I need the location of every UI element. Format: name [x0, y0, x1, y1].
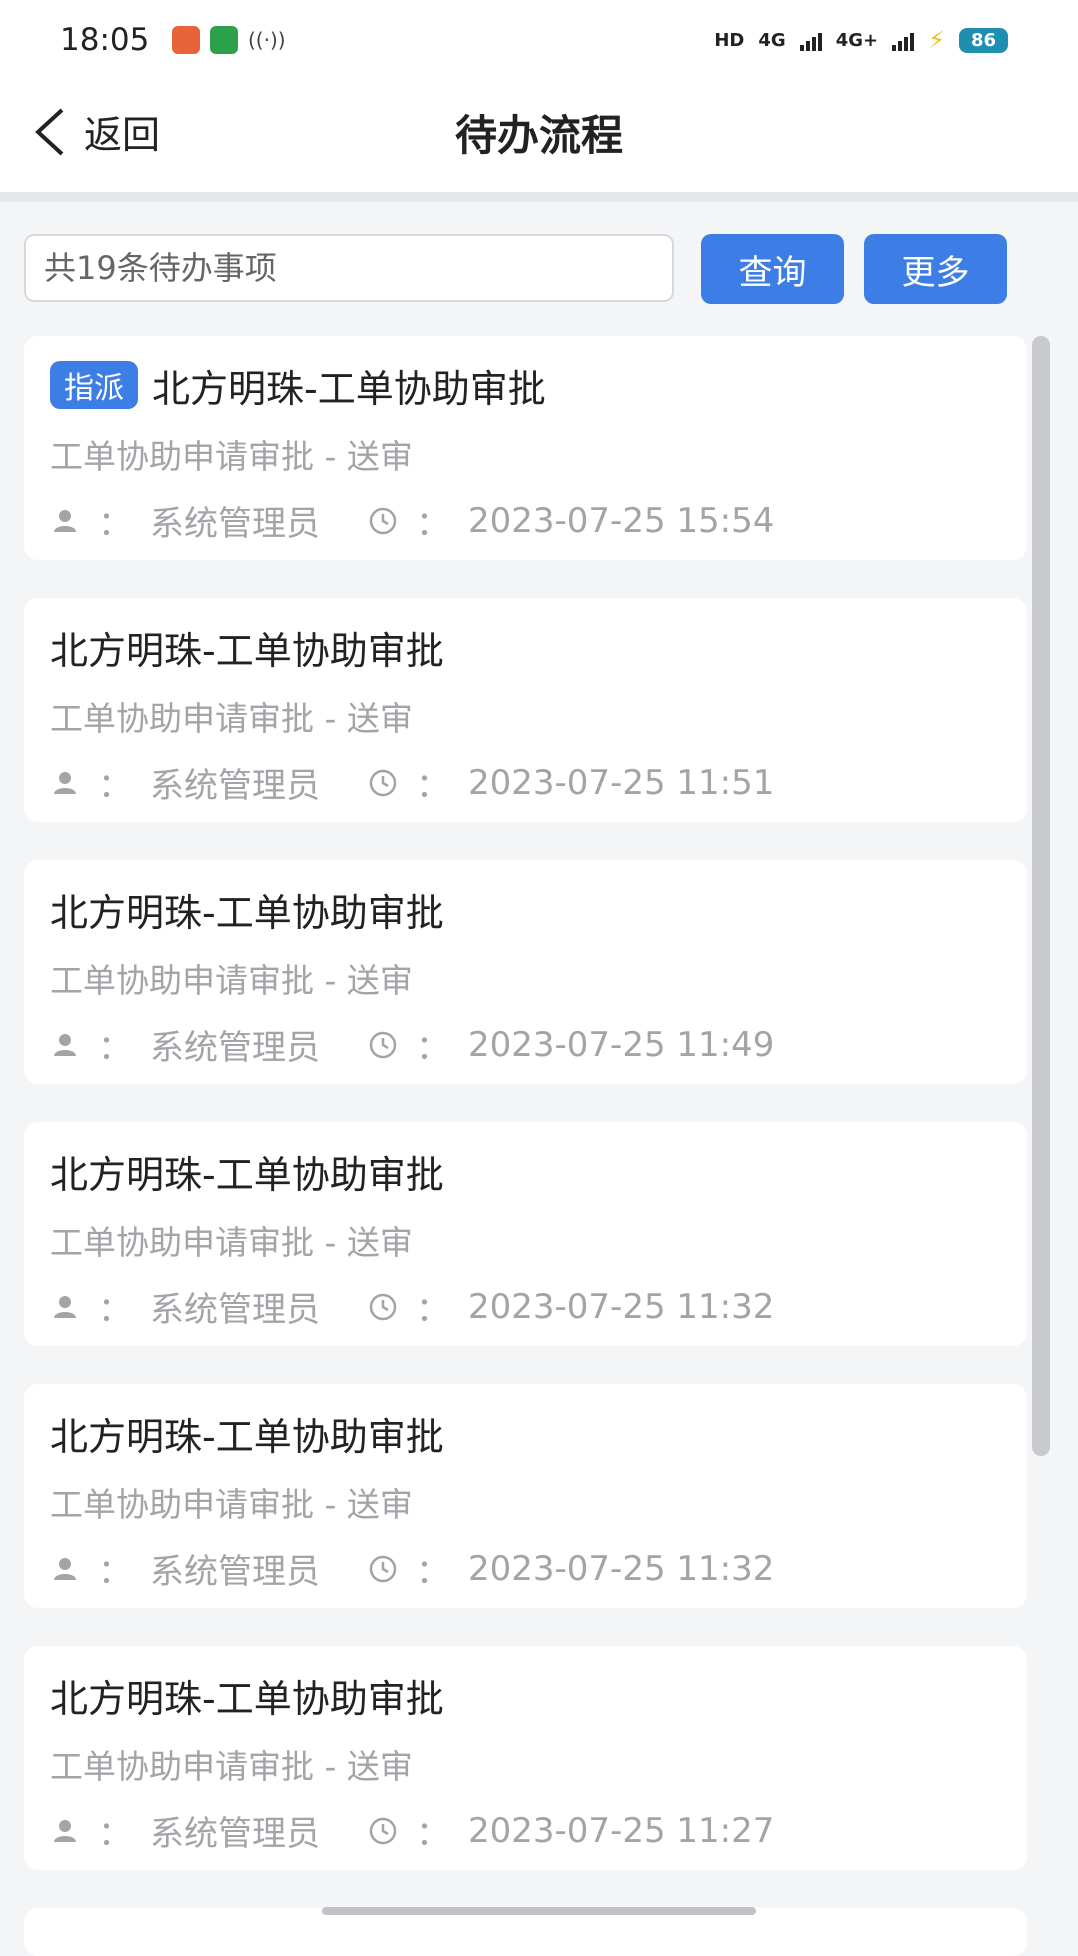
card-meta: ： 系统管理员 ： 2023-07-25 11:32 [50, 1544, 1001, 1593]
clock-icon [369, 1293, 397, 1320]
card-user: 系统管理员 [150, 1028, 320, 1068]
user-icon [54, 1819, 76, 1842]
meta-separator: ： [98, 766, 132, 806]
search-input[interactable] [24, 234, 674, 302]
card-user: 系统管理员 [150, 504, 320, 544]
query-button[interactable]: 查询 [701, 234, 844, 304]
meta-separator: ： [98, 1290, 132, 1330]
card-title: 北方明珠-工单协助审批 [152, 366, 546, 411]
card-meta: ： 系统管理员 ： 2023-07-25 11:32 [50, 1282, 1001, 1331]
card-title: 北方明珠-工单协助审批 [50, 1152, 444, 1197]
home-indicator[interactable] [322, 1907, 756, 1915]
meta-separator: ： [416, 766, 450, 806]
card-time: 2023-07-25 11:49 [468, 1024, 775, 1065]
card-time: 2023-07-25 15:54 [468, 500, 775, 541]
status-right-group: HD 4G 4G+ ⚡ 86 [714, 26, 1008, 54]
more-button[interactable]: 更多 [864, 234, 1007, 304]
card-time: 2023-07-25 11:32 [468, 1548, 775, 1589]
card-title: 北方明珠-工单协助审批 [50, 1676, 444, 1721]
meta-separator: ： [98, 1814, 132, 1854]
todo-card[interactable]: 北方明珠-工单协助审批 工单协助申请审批 - 送审 ： 系统管理员 ： 2023… [24, 1646, 1027, 1870]
clock-icon [369, 1555, 397, 1582]
card-title: 北方明珠-工单协助审批 [50, 1414, 444, 1459]
card-time: 2023-07-25 11:51 [468, 762, 775, 803]
card-subtitle: 工单协助申请审批 - 送审 [50, 1485, 413, 1524]
user-icon [54, 1557, 76, 1580]
navigation-bar: 返回 待办流程 [0, 80, 1078, 202]
todo-card[interactable]: 北方明珠-工单协助审批 工单协助申请审批 - 送审 ： 系统管理员 ： 2023… [24, 860, 1027, 1084]
card-subtitle: 工单协助申请审批 - 送审 [50, 961, 413, 1000]
network-4g-label: 4G [758, 29, 786, 51]
meta-separator: ： [416, 1028, 450, 1068]
clock-icon [369, 507, 397, 534]
status-bar: 18:05 ((·)) HD 4G 4G+ ⚡ 86 [0, 0, 1078, 80]
search-row: 查询 更多 [24, 234, 1024, 308]
card-title: 北方明珠-工单协助审批 [50, 628, 444, 673]
signal-icon [892, 29, 915, 51]
card-user: 系统管理员 [150, 1552, 320, 1592]
card-meta: ： 系统管理员 ： 2023-07-25 15:54 [50, 496, 1001, 545]
signal-icon [799, 29, 822, 51]
card-time: 2023-07-25 11:32 [468, 1286, 775, 1327]
card-subtitle: 工单协助申请审批 - 送审 [50, 437, 413, 476]
app-notification-icon [172, 26, 200, 54]
card-subtitle: 工单协助申请审批 - 送审 [50, 699, 413, 738]
hotspot-icon: ((·)) [248, 28, 286, 52]
network-4g-plus-label: 4G+ [835, 29, 879, 51]
card-meta: ： 系统管理员 ： 2023-07-25 11:51 [50, 758, 1001, 807]
user-icon [54, 509, 76, 532]
card-user: 系统管理员 [150, 1290, 320, 1330]
user-icon [54, 1033, 76, 1056]
charging-icon: ⚡ [928, 26, 945, 54]
battery-indicator: 86 [958, 27, 1008, 53]
card-title: 北方明珠-工单协助审批 [50, 890, 444, 935]
meta-separator: ： [416, 504, 450, 544]
user-icon [54, 1295, 76, 1318]
meta-separator: ： [416, 1290, 450, 1330]
meta-separator: ： [98, 1552, 132, 1592]
clock-icon [369, 1817, 397, 1844]
meta-separator: ： [98, 1028, 132, 1068]
clock-icon [369, 769, 397, 796]
status-time: 18:05 [60, 22, 150, 58]
meta-separator: ： [98, 504, 132, 544]
scrollbar[interactable] [1032, 336, 1050, 1456]
todo-card[interactable]: 北方明珠-工单协助审批 工单协助申请审批 - 送审 ： 系统管理员 ： 2023… [24, 598, 1027, 822]
card-user: 系统管理员 [150, 1814, 320, 1854]
todo-card[interactable]: 北方明珠-工单协助审批 工单协助申请审批 - 送审 ： 系统管理员 ： 2023… [24, 1384, 1027, 1608]
user-icon [54, 771, 76, 794]
card-meta: ： 系统管理员 ： 2023-07-25 11:27 [50, 1806, 1001, 1855]
card-subtitle: 工单协助申请审批 - 送审 [50, 1223, 413, 1262]
notification-icons: ((·)) [172, 26, 286, 54]
app-notification-icon [210, 26, 238, 54]
card-user: 系统管理员 [150, 766, 320, 806]
assign-tag-badge: 指派 [50, 361, 138, 409]
clock-icon [369, 1031, 397, 1058]
card-subtitle: 工单协助申请审批 - 送审 [50, 1747, 413, 1786]
todo-card[interactable]: 指派 北方明珠-工单协助审批 工单协助申请审批 - 送审 ： 系统管理员 ： 2… [24, 336, 1027, 560]
card-meta: ： 系统管理员 ： 2023-07-25 11:49 [50, 1020, 1001, 1069]
hd-icon: HD [714, 29, 745, 51]
meta-separator: ： [416, 1552, 450, 1592]
card-time: 2023-07-25 11:27 [468, 1810, 775, 1851]
todo-card-partial[interactable] [24, 1908, 1027, 1956]
todo-card[interactable]: 北方明珠-工单协助审批 工单协助申请审批 - 送审 ： 系统管理员 ： 2023… [24, 1122, 1027, 1346]
page-title: 待办流程 [454, 111, 623, 160]
meta-separator: ： [416, 1814, 450, 1854]
